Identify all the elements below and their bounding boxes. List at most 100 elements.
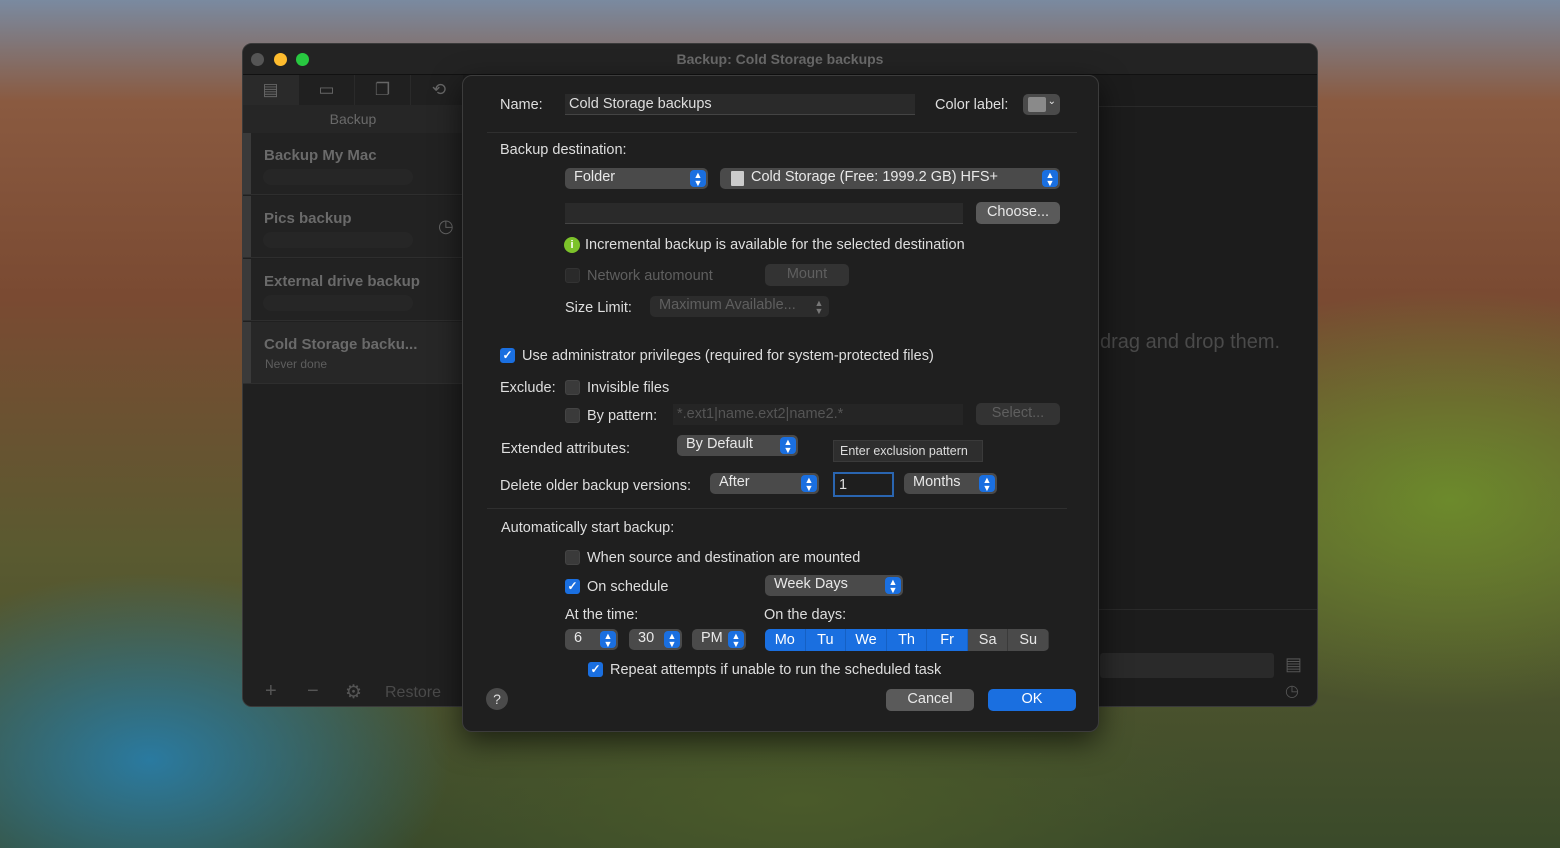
ampm-stepper[interactable]: PM ▲ ▼	[692, 629, 746, 650]
at-time-label: At the time:	[565, 607, 639, 623]
popup-value: Folder	[574, 169, 616, 185]
sync-icon[interactable]: ⟲	[411, 75, 467, 105]
updown-icon: ▲ ▼	[600, 631, 616, 649]
backup-list-item[interactable]: Pics backup ◷	[243, 196, 463, 258]
item-name: Backup My Mac	[264, 147, 377, 164]
item-strip	[243, 322, 251, 383]
divider	[487, 508, 1067, 509]
item-name: External drive backup	[264, 273, 420, 290]
item-strip	[243, 196, 251, 257]
repeat-attempts-checkbox[interactable]: ✓	[588, 662, 603, 677]
info-icon: i	[564, 237, 580, 253]
day-toggle-su[interactable]: Su	[1008, 629, 1049, 651]
days-segmented-control: Mo Tu We Th Fr Sa Su	[765, 629, 1049, 651]
cancel-button[interactable]: Cancel	[886, 689, 974, 711]
choose-button[interactable]: Choose...	[976, 202, 1060, 224]
destination-volume-popup[interactable]: Cold Storage (Free: 1999.2 GB) HFS+ ▲ ▼	[720, 168, 1060, 189]
tooltip: Enter exclusion pattern	[833, 440, 983, 462]
popup-value: Week Days	[774, 576, 848, 592]
updown-icon: ▲ ▼	[728, 631, 744, 649]
name-label: Name:	[500, 97, 543, 113]
admin-privileges-label: Use administrator privileges (required f…	[522, 348, 934, 364]
item-status: Never done	[265, 357, 328, 371]
pattern-input[interactable]: *.ext1|name.ext2|name2.*	[673, 404, 963, 425]
updown-icon: ▲ ▼	[780, 437, 796, 455]
item-name: Cold Storage backu...	[264, 336, 418, 353]
schedule-icon[interactable]: ◷	[1285, 681, 1299, 701]
popup-value: Cold Storage (Free: 1999.2 GB) HFS+	[751, 169, 999, 185]
schedule-popup[interactable]: Week Days ▲ ▼	[765, 575, 903, 596]
drop-hint: drag and drop them.	[1100, 331, 1281, 353]
day-toggle-fr[interactable]: Fr	[927, 629, 968, 651]
delete-count-input[interactable]: 1	[833, 472, 894, 497]
day-toggle-mo[interactable]: Mo	[765, 629, 806, 651]
color-swatch	[1028, 97, 1046, 112]
when-mounted-checkbox[interactable]	[565, 550, 580, 565]
popup-value: By Default	[686, 436, 753, 452]
repeat-attempts-label: Repeat attempts if unable to run the sch…	[610, 662, 942, 678]
copy-icon[interactable]: ❐	[355, 75, 411, 105]
mount-button[interactable]: Mount	[765, 264, 849, 286]
updown-icon: ▲ ▼	[690, 170, 706, 188]
network-automount-checkbox[interactable]	[565, 268, 580, 283]
network-automount-label: Network automount	[587, 268, 713, 284]
select-button[interactable]: Select...	[976, 403, 1060, 425]
log-icon[interactable]: ▤	[1285, 654, 1302, 675]
minute-stepper[interactable]: 30 ▲ ▼	[629, 629, 682, 650]
stepper-value: 30	[638, 630, 655, 646]
add-button[interactable]: +	[265, 680, 277, 703]
popup-value: Maximum Available...	[659, 297, 796, 313]
day-toggle-sa[interactable]: Sa	[968, 629, 1009, 651]
delete-mode-popup[interactable]: After ▲ ▼	[710, 473, 819, 494]
hour-stepper[interactable]: 6 ▲ ▼	[565, 629, 618, 650]
gear-icon[interactable]: ⚙	[345, 681, 362, 704]
restore-button[interactable]: Restore	[385, 684, 441, 702]
when-mounted-label: When source and destination are mounted	[587, 550, 861, 566]
destination-label: Backup destination:	[500, 142, 627, 158]
item-name: Pics backup	[264, 210, 352, 227]
archive-icon[interactable]: ▭	[299, 75, 355, 105]
updown-icon: ▲ ▼	[814, 298, 824, 316]
day-toggle-th[interactable]: Th	[886, 629, 928, 651]
updown-icon: ▲ ▼	[1042, 170, 1058, 188]
destination-type-popup[interactable]: Folder ▲ ▼	[565, 168, 708, 189]
name-input[interactable]: Cold Storage backups	[565, 94, 915, 115]
backup-list-item[interactable]: Cold Storage backu... Never done	[243, 322, 463, 384]
item-strip	[243, 133, 251, 194]
popup-value: After	[719, 474, 750, 490]
backup-icon[interactable]: ▤	[243, 75, 299, 105]
item-status-placeholder	[263, 232, 413, 248]
by-pattern-checkbox[interactable]	[565, 408, 580, 423]
updown-icon: ▲ ▼	[664, 631, 680, 649]
clock-icon: ◷	[438, 216, 454, 236]
extended-attributes-label: Extended attributes:	[501, 441, 630, 457]
sidebar: ▤ ▭ ❐ ⟲ Backup Backup My Mac Pics backup…	[243, 75, 463, 706]
destination-path-field[interactable]	[565, 203, 963, 224]
item-status-placeholder	[263, 169, 413, 185]
color-label-picker[interactable]: ⌄	[1023, 94, 1060, 115]
day-toggle-we[interactable]: We	[846, 629, 887, 651]
window-title: Backup: Cold Storage backups	[676, 51, 884, 67]
backup-list-item[interactable]: Backup My Mac	[243, 133, 463, 195]
ok-button[interactable]: OK	[988, 689, 1076, 711]
exclude-label: Exclude:	[500, 380, 556, 396]
size-limit-popup[interactable]: Maximum Available... ▲ ▼	[650, 296, 829, 317]
backup-list-item[interactable]: External drive backup	[243, 259, 463, 321]
popup-value: Months	[913, 474, 961, 490]
updown-icon: ▲ ▼	[885, 577, 901, 595]
admin-privileges-checkbox[interactable]: ✓	[500, 348, 515, 363]
chevron-down-icon: ⌄	[1047, 96, 1056, 107]
drive-icon	[731, 171, 744, 186]
remove-button[interactable]: −	[307, 680, 319, 703]
by-pattern-label: By pattern:	[587, 408, 658, 424]
divider	[487, 132, 1077, 133]
updown-icon: ▲ ▼	[801, 475, 817, 493]
on-schedule-label: On schedule	[587, 579, 669, 595]
on-schedule-checkbox[interactable]: ✓	[565, 579, 580, 594]
incremental-info: Incremental backup is available for the …	[585, 237, 965, 253]
extended-attributes-popup[interactable]: By Default ▲ ▼	[677, 435, 798, 456]
delete-unit-popup[interactable]: Months ▲ ▼	[904, 473, 997, 494]
help-button[interactable]: ?	[486, 688, 508, 710]
invisible-files-checkbox[interactable]	[565, 380, 580, 395]
day-toggle-tu[interactable]: Tu	[805, 629, 847, 651]
